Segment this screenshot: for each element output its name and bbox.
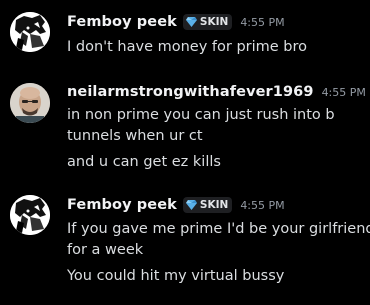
- message-text: for a week: [67, 242, 144, 258]
- message-text: You could hit my virtual bussy: [67, 268, 285, 284]
- avatar-femboy-peek[interactable]: [10, 195, 50, 235]
- message-text: in non prime you can just rush into b: [67, 107, 335, 123]
- diamond-gem-icon: [185, 17, 197, 27]
- avatar-neilarmstrong[interactable]: [10, 83, 50, 123]
- timestamp: 4:55 PM: [240, 15, 285, 29]
- diamond-gem-icon: [185, 200, 197, 210]
- message-text: tunnels when ur ct: [67, 128, 203, 144]
- anime-avatar-icon: [10, 195, 50, 235]
- message-text: and u can get ez kills: [67, 154, 221, 170]
- message-text: If you gave me prime I'd be your girlfri…: [67, 221, 370, 237]
- timestamp: 4:55 PM: [321, 85, 366, 99]
- server-tag[interactable]: SKIN: [182, 197, 233, 213]
- message-header: Femboy peek SKIN 4:55 PM: [67, 14, 285, 30]
- server-tag[interactable]: SKIN: [182, 14, 233, 30]
- message-header: Femboy peek SKIN 4:55 PM: [67, 197, 285, 213]
- message-header: neilarmstrongwithafever1969 4:55 PM: [67, 84, 366, 100]
- avatar-femboy-peek[interactable]: [10, 12, 50, 52]
- server-tag-label: SKIN: [199, 199, 229, 211]
- message-text: I don't have money for prime bro: [67, 39, 308, 55]
- username[interactable]: Femboy peek: [67, 197, 177, 213]
- username[interactable]: Femboy peek: [67, 14, 177, 30]
- timestamp: 4:55 PM: [240, 198, 285, 212]
- server-tag-label: SKIN: [199, 16, 229, 28]
- bald-man-avatar-icon: [10, 83, 50, 123]
- anime-avatar-icon: [10, 12, 50, 52]
- username[interactable]: neilarmstrongwithafever1969: [67, 84, 314, 100]
